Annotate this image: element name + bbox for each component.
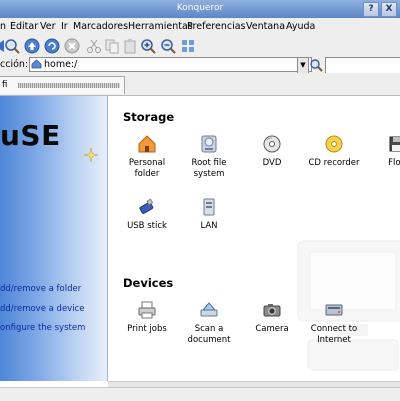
storage-item-dvd[interactable]: DVD: [241, 134, 303, 169]
configure-system-link[interactable]: onfigure the system: [0, 323, 85, 333]
storage-item-usb-stick[interactable]: USB stick: [116, 197, 178, 232]
stop-icon[interactable]: [64, 38, 80, 54]
devices-item-label: Camera: [255, 324, 289, 334]
tab-loading-progress: [18, 83, 120, 88]
storage-item-root-file-system[interactable]: Root file system: [178, 134, 240, 180]
devices-heading: Devices: [123, 276, 174, 290]
camera-icon: [263, 304, 281, 317]
add-remove-folder-link[interactable]: dd/remove a folder: [0, 284, 81, 294]
dvd-icon: [263, 135, 281, 153]
menu-bookmarks[interactable]: Marcadores: [73, 21, 128, 32]
cd-recorder-icon: [325, 135, 343, 153]
cut-icon[interactable]: [86, 38, 102, 54]
menu-bar: n Editar Ver Ir Marcadores Herramientas …: [0, 18, 400, 35]
menu-tools[interactable]: Herramientas: [128, 21, 193, 32]
menu-go[interactable]: Ir: [61, 21, 68, 32]
search-icon[interactable]: [4, 38, 20, 54]
storage-item-label: DVD: [262, 158, 282, 168]
brand-logo-text: uSE: [0, 119, 61, 152]
storage-item-label: CD recorder: [308, 158, 360, 168]
zoom-in-icon[interactable]: [140, 38, 156, 54]
menu-help[interactable]: Ayuda: [286, 21, 315, 32]
menu-settings[interactable]: Preferencias: [187, 21, 246, 32]
storage-item-label: LAN: [200, 221, 218, 231]
devices-item-label: Scan a document: [187, 324, 231, 345]
storage-item-lan[interactable]: LAN: [178, 197, 240, 232]
devices-item-label: Print jobs: [127, 324, 167, 334]
location-label: cción:: [0, 59, 29, 70]
storage-item-floppy[interactable]: Flop: [366, 134, 400, 169]
harddisk-icon: [201, 135, 217, 153]
sparkle-icon: [84, 148, 98, 162]
storage-item-label: USB stick: [127, 221, 167, 231]
storage-item-personal-folder[interactable]: Personal folder: [116, 134, 178, 180]
toolbar: [0, 35, 400, 58]
storage-item-label: Root file system: [191, 158, 227, 179]
location-input[interactable]: home:/: [29, 57, 312, 72]
lan-icon: [203, 198, 215, 216]
storage-item-label: Flop: [388, 158, 400, 168]
tab-home[interactable]: fi: [0, 76, 125, 94]
reload-icon[interactable]: [44, 38, 60, 54]
menu-edit[interactable]: Editar: [10, 21, 38, 32]
main-content: Storage Personal folder Root file system…: [108, 96, 400, 381]
help-button[interactable]: ?: [363, 2, 379, 17]
storage-heading: Storage: [123, 110, 175, 124]
usb-stick-icon: [139, 198, 154, 214]
search-field[interactable]: [325, 57, 400, 74]
sidebar: uSE dd/remove a folder dd/remove a devic…: [0, 96, 108, 381]
devices-item-camera[interactable]: Camera: [241, 300, 303, 335]
paste-icon[interactable]: [122, 38, 138, 54]
floppy-icon: [389, 136, 400, 152]
devices-item-print-jobs[interactable]: Print jobs: [116, 300, 178, 335]
icon-view-icon[interactable]: [180, 38, 196, 54]
storage-item-label: Personal folder: [128, 158, 166, 179]
zoom-out-icon[interactable]: [160, 38, 176, 54]
window-title: Konqueror: [176, 3, 224, 13]
menu-file[interactable]: n: [0, 21, 6, 32]
close-button[interactable]: X: [381, 2, 397, 17]
status-bar: [0, 387, 400, 401]
up-icon[interactable]: [24, 38, 40, 54]
add-remove-device-link[interactable]: dd/remove a device: [0, 304, 84, 314]
home-location-icon: [31, 59, 42, 69]
menu-view[interactable]: Ver: [40, 21, 56, 32]
scanner-icon: [200, 302, 218, 317]
title-bar[interactable]: Konqueror ? X: [0, 0, 400, 18]
tab-row: fi: [0, 73, 400, 96]
devices-item-scan-document[interactable]: Scan a document: [178, 300, 240, 346]
devices-item-label: Connect to Internet: [310, 324, 358, 345]
network-icon: [325, 304, 343, 316]
devices-item-connect-internet[interactable]: Connect to Internet: [303, 300, 365, 346]
tab-label: fi: [2, 80, 8, 90]
location-dropdown-arrow[interactable]: ▼: [297, 57, 309, 74]
menu-window[interactable]: Ventana: [246, 21, 285, 32]
go-search-icon[interactable]: [309, 58, 323, 72]
home-icon: [138, 135, 156, 153]
storage-item-cd-recorder[interactable]: CD recorder: [303, 134, 365, 169]
copy-icon[interactable]: [104, 38, 120, 54]
printer-icon: [138, 301, 156, 319]
